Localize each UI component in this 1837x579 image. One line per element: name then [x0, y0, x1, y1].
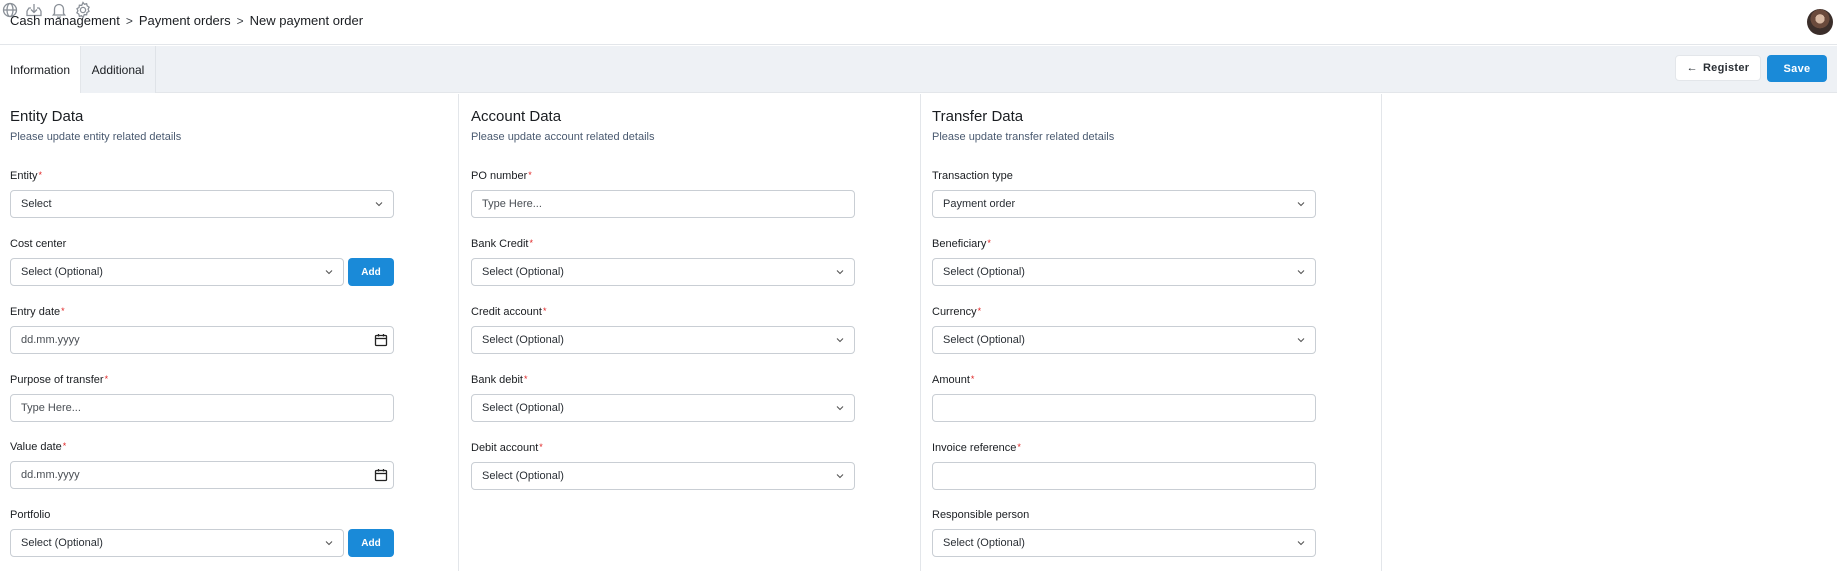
breadcrumb: Cash management > Payment orders > New p… — [10, 13, 363, 28]
entity-data-section: Entity Data Please update entity related… — [0, 94, 459, 571]
entity-select[interactable]: Select — [10, 190, 394, 218]
chevron-down-icon — [1297, 202, 1305, 207]
responsible-person-label: Responsible person — [932, 509, 1030, 521]
breadcrumb-cash-management[interactable]: Cash management — [10, 13, 120, 28]
chevron-down-icon — [1297, 541, 1305, 546]
cost-center-select[interactable]: Select (Optional) — [10, 258, 344, 286]
amount-label: Amount* — [932, 374, 975, 386]
bank-debit-select[interactable]: Select (Optional) — [471, 394, 855, 422]
chevron-down-icon — [836, 270, 844, 275]
avatar[interactable] — [1807, 9, 1833, 35]
section-subtitle: Please update account related details — [471, 131, 655, 143]
chevron-down-icon — [325, 270, 333, 275]
transaction-type-select[interactable]: Payment order — [932, 190, 1316, 218]
top-bar: Cash management > Payment orders > New p… — [0, 0, 1837, 45]
account-data-section: Account Data Please update account relat… — [461, 94, 921, 571]
currency-label: Currency* — [932, 306, 982, 318]
portfolio-label: Portfolio — [10, 509, 51, 521]
beneficiary-select[interactable]: Select (Optional) — [932, 258, 1316, 286]
po-number-label: PO number* — [471, 170, 532, 182]
breadcrumb-payment-orders[interactable]: Payment orders — [139, 13, 231, 28]
calendar-icon — [374, 334, 388, 347]
po-number-input[interactable]: Type Here... — [471, 190, 855, 218]
invoice-reference-input[interactable] — [932, 462, 1316, 490]
chevron-down-icon — [836, 406, 844, 411]
add-cost-center-button[interactable]: Add — [348, 258, 394, 286]
credit-account-select[interactable]: Select (Optional) — [471, 326, 855, 354]
credit-account-label: Credit account* — [471, 306, 547, 318]
tab-additional[interactable]: Additional — [81, 46, 156, 93]
transfer-data-section: Transfer Data Please update transfer rel… — [922, 94, 1382, 571]
bank-credit-select[interactable]: Select (Optional) — [471, 258, 855, 286]
breadcrumb-separator: > — [125, 13, 133, 28]
chevron-down-icon — [836, 474, 844, 479]
tab-bar: Information Additional ← Register Save — [0, 46, 1837, 93]
cost-center-label: Cost center — [10, 238, 67, 250]
chevron-down-icon — [836, 338, 844, 343]
entry-date-input[interactable]: dd.mm.yyyy — [10, 326, 394, 354]
value-date-input[interactable]: dd.mm.yyyy — [10, 461, 394, 489]
currency-select[interactable]: Select (Optional) — [932, 326, 1316, 354]
bank-debit-label: Bank debit* — [471, 374, 528, 386]
amount-input[interactable] — [932, 394, 1316, 422]
calendar-icon — [374, 469, 388, 482]
breadcrumb-new-payment-order: New payment order — [249, 13, 364, 28]
chevron-down-icon — [1297, 338, 1305, 343]
purpose-input[interactable]: Type Here... — [10, 394, 394, 422]
tab-information[interactable]: Information — [0, 46, 81, 93]
purpose-label: Purpose of transfer* — [10, 374, 109, 386]
chevron-down-icon — [325, 541, 333, 546]
beneficiary-label: Beneficiary* — [932, 238, 991, 250]
register-button-label: Register — [1702, 62, 1750, 74]
section-title: Transfer Data — [932, 108, 1024, 125]
debit-account-label: Debit account* — [471, 442, 543, 454]
section-title: Account Data — [471, 108, 562, 125]
entry-date-label: Entry date* — [10, 306, 65, 318]
entity-label: Entity* — [10, 170, 43, 182]
value-date-label: Value date* — [10, 441, 67, 453]
chevron-down-icon — [375, 202, 383, 207]
portfolio-select[interactable]: Select (Optional) — [10, 529, 344, 557]
invoice-reference-label: Invoice reference* — [932, 442, 1021, 454]
section-subtitle: Please update transfer related details — [932, 131, 1115, 143]
chevron-down-icon — [1297, 270, 1305, 275]
responsible-person-select[interactable]: Select (Optional) — [932, 529, 1316, 557]
section-title: Entity Data — [10, 108, 84, 125]
debit-account-select[interactable]: Select (Optional) — [471, 462, 855, 490]
breadcrumb-separator: > — [236, 13, 244, 28]
register-button[interactable]: ← Register — [1675, 55, 1761, 81]
save-button[interactable]: Save — [1767, 55, 1827, 82]
arrow-left-icon: ← — [1686, 62, 1698, 74]
add-portfolio-button[interactable]: Add — [348, 529, 394, 557]
bank-credit-label: Bank Credit* — [471, 238, 533, 250]
transaction-type-label: Transaction type — [932, 170, 1013, 182]
section-subtitle: Please update entity related details — [10, 131, 182, 143]
